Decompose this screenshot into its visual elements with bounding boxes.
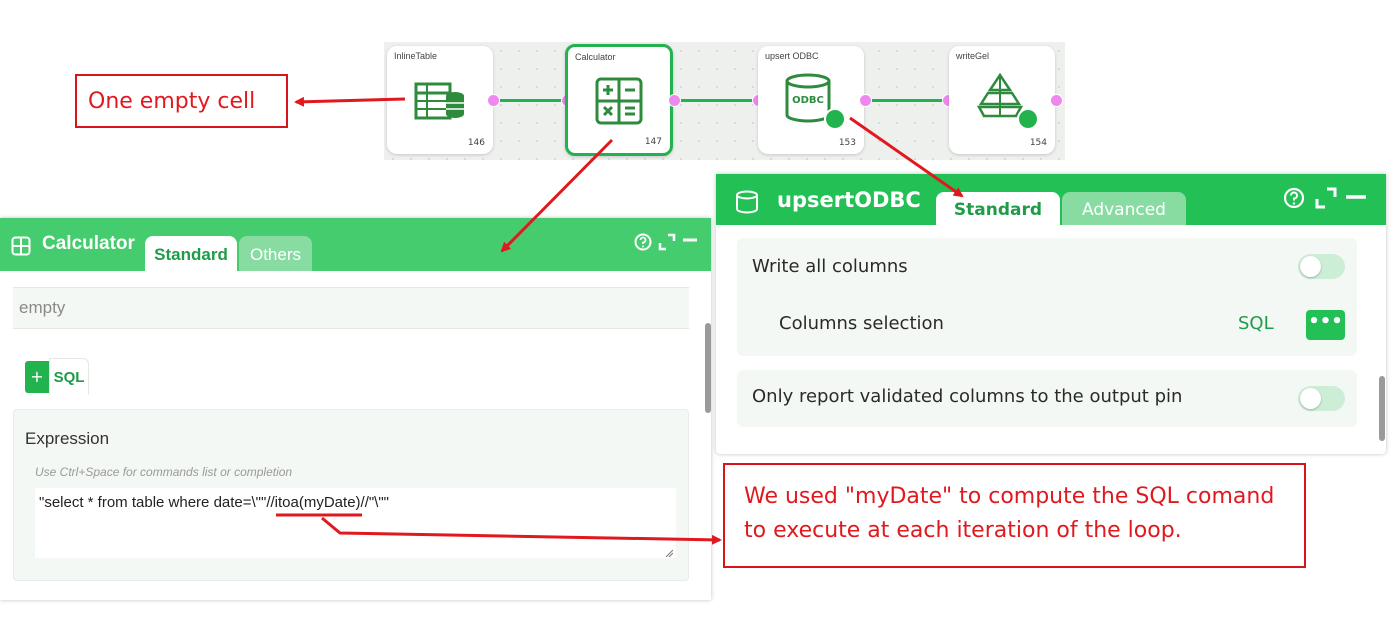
panel-title: Calculator xyxy=(42,233,135,254)
node-calculator[interactable]: Calculator 147 xyxy=(565,44,673,156)
expression-group: Expression Use Ctrl+Space for commands l… xyxy=(13,409,689,581)
node-title: writeGel xyxy=(956,51,990,61)
output-pin[interactable] xyxy=(1050,94,1063,107)
only-report-toggle[interactable] xyxy=(1298,386,1345,411)
minimize-icon[interactable] xyxy=(681,233,699,251)
node-number: 147 xyxy=(644,137,662,147)
write-all-columns-label: Write all columns xyxy=(752,256,908,277)
node-title: Calculator xyxy=(575,52,616,62)
expression-input[interactable]: "select * from table where date=\""//ito… xyxy=(35,488,676,558)
node-writegel[interactable]: writeGel 154 xyxy=(949,46,1055,154)
write-all-columns-toggle[interactable] xyxy=(1298,254,1345,279)
upsert-odbc-scrollbar[interactable] xyxy=(1379,376,1385,441)
maximize-icon[interactable] xyxy=(1315,187,1337,209)
output-pin[interactable] xyxy=(487,94,500,107)
calculator-panel: Calculator Standard Others empty + SQL E… xyxy=(0,218,711,600)
resize-handle-icon[interactable] xyxy=(665,549,673,557)
node-upsert-odbc[interactable]: upsert ODBC ODBC 153 xyxy=(758,46,864,154)
tab-advanced[interactable]: Advanced xyxy=(1062,192,1186,225)
upsert-odbc-header: upsertODBC Standard Advanced xyxy=(716,174,1386,225)
node-inlinetable[interactable]: InlineTable 146 xyxy=(387,46,493,154)
tab-standard[interactable]: Standard xyxy=(145,236,237,271)
only-report-label: Only report validated columns to the out… xyxy=(752,386,1183,407)
database-icon xyxy=(736,190,758,214)
tab-sql[interactable]: SQL xyxy=(49,358,89,395)
node-number: 154 xyxy=(1029,138,1047,148)
calculator-empty-field[interactable]: empty xyxy=(13,287,689,329)
callout-line: We used "myDate" to compute the SQL coma… xyxy=(744,484,1275,509)
write-columns-group: Write all columns Columns selection SQL … xyxy=(737,238,1357,356)
upsert-odbc-panel: upsertODBC Standard Advanced Write all c… xyxy=(716,174,1386,454)
help-icon[interactable] xyxy=(634,233,652,251)
expression-hint: Use Ctrl+Space for commands list or comp… xyxy=(35,465,293,479)
node-title: InlineTable xyxy=(394,51,438,61)
edit-badge-icon xyxy=(824,108,846,130)
add-expression-button[interactable]: + xyxy=(25,361,49,393)
node-number: 153 xyxy=(838,138,856,148)
output-pin[interactable] xyxy=(859,94,872,107)
columns-selection-label: Columns selection xyxy=(779,313,944,334)
workflow-link xyxy=(496,99,566,102)
calculator-scrollbar[interactable] xyxy=(705,323,711,413)
tab-standard[interactable]: Standard xyxy=(936,192,1060,225)
columns-selection-more-button[interactable]: ••• xyxy=(1306,310,1345,340)
calculator-icon xyxy=(11,236,31,256)
workflow-link xyxy=(866,99,948,102)
callout-mydate: We used "myDate" to compute the SQL coma… xyxy=(723,463,1306,568)
help-icon[interactable] xyxy=(1283,187,1305,209)
edit-badge-icon xyxy=(1017,108,1039,130)
node-number: 146 xyxy=(467,138,485,148)
tab-others[interactable]: Others xyxy=(239,236,312,271)
workflow-link xyxy=(676,99,758,102)
expression-label: Expression xyxy=(25,429,110,448)
callout-empty-cell: One empty cell xyxy=(75,74,288,128)
node-title: upsert ODBC xyxy=(765,51,819,61)
only-report-group: Only report validated columns to the out… xyxy=(737,370,1357,427)
odbc-icon-text: ODBC xyxy=(792,95,824,106)
calculator-icon xyxy=(595,77,643,125)
panel-title: upsertODBC xyxy=(777,188,921,212)
columns-selection-value[interactable]: SQL xyxy=(1238,313,1274,334)
output-pin[interactable] xyxy=(668,94,681,107)
maximize-icon[interactable] xyxy=(658,233,676,251)
callout-line: to execute at each iteration of the loop… xyxy=(744,518,1182,543)
workflow-canvas[interactable]: InlineTable 146 Calculator 147 upsert OD… xyxy=(384,42,1065,160)
minimize-icon[interactable] xyxy=(1345,187,1367,209)
calculator-header: Calculator Standard Others xyxy=(0,218,711,271)
table-database-icon xyxy=(414,82,464,120)
